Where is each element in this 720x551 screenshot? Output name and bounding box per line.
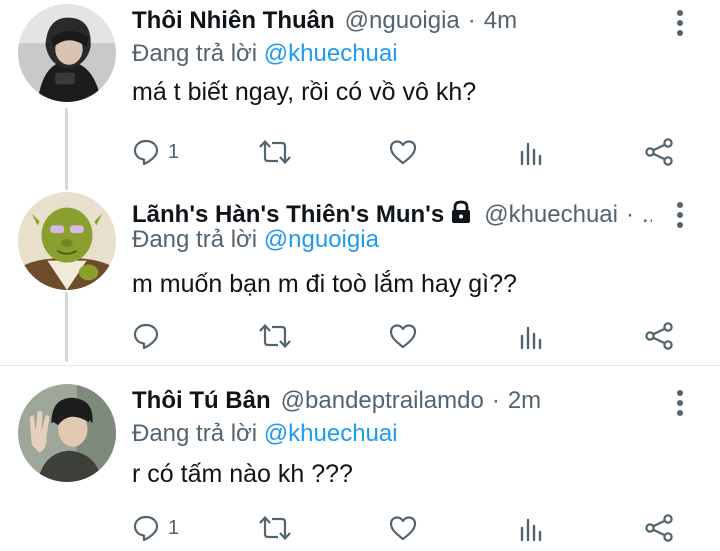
tweet-1[interactable]: Thôi Nhiên Thuân @nguoigia · 4m Đang trả… (0, 2, 720, 182)
tweet-divider (0, 365, 720, 366)
reply-icon (133, 515, 159, 542)
display-name[interactable]: Lãnh's Hàn's Thiên's Mun's (132, 201, 444, 229)
reply-count: 1 (168, 140, 180, 163)
analytics-button[interactable] (518, 508, 544, 548)
replying-to-label: Đang trả lời (132, 226, 258, 253)
more-options-icon[interactable] (670, 8, 690, 38)
tweet-text: m muốn bạn m đi toò lắm hay gì?? (132, 270, 517, 298)
mention-link[interactable]: @nguoigia (264, 226, 379, 253)
retweet-button[interactable] (258, 508, 292, 548)
share-icon (645, 138, 673, 166)
action-bar: 1 (132, 132, 692, 172)
analytics-icon (520, 518, 542, 542)
separator-dot: · (625, 201, 634, 228)
reply-button[interactable] (132, 316, 168, 356)
like-button[interactable] (388, 508, 418, 548)
retweet-button[interactable] (258, 316, 292, 356)
mention-link[interactable]: @khuechuai (264, 40, 398, 67)
more-options-icon[interactable] (670, 200, 690, 230)
lock-icon (450, 200, 472, 231)
timestamp[interactable]: 2m (508, 387, 541, 415)
retweet-icon (259, 139, 291, 165)
mention-link[interactable]: @khuechuai (264, 420, 398, 447)
dark-haired-person-avatar (18, 4, 116, 102)
replying-to: Đang trả lời @khuechuai (132, 420, 398, 448)
share-icon (645, 322, 673, 350)
like-button[interactable] (388, 132, 418, 172)
avatar[interactable] (18, 4, 116, 102)
retweet-icon (259, 323, 291, 349)
share-icon (645, 514, 673, 542)
like-icon (389, 516, 417, 541)
timestamp[interactable]: ... (642, 201, 652, 229)
replying-to-label: Đang trả lời (132, 420, 258, 447)
tweet-text: r có tấm nào kh ??? (132, 460, 353, 488)
waving-person-avatar (18, 384, 116, 482)
reply-icon (133, 139, 159, 166)
like-icon (389, 324, 417, 349)
analytics-button[interactable] (518, 132, 544, 172)
user-handle[interactable]: @khuechuai (484, 201, 618, 229)
more-options-icon[interactable] (670, 388, 690, 418)
retweet-button[interactable] (258, 132, 292, 172)
tweet-header: Thôi Nhiên Thuân @nguoigia · 4m (132, 2, 652, 40)
replying-to: Đang trả lời @nguoigia (132, 226, 379, 254)
reply-button[interactable]: 1 (132, 508, 179, 548)
analytics-icon (520, 142, 542, 166)
avatar[interactable] (18, 192, 116, 290)
separator-dot: · (491, 387, 500, 414)
analytics-button[interactable] (518, 316, 544, 356)
like-button[interactable] (388, 316, 418, 356)
tweet-header: Thôi Tú Bân @bandeptrailamdo · 2m (132, 382, 652, 420)
action-bar: 1 (132, 508, 692, 548)
green-ogre-avatar (18, 192, 116, 290)
share-button[interactable] (644, 316, 674, 356)
share-button[interactable] (644, 132, 674, 172)
share-button[interactable] (644, 508, 674, 548)
reply-icon (133, 323, 159, 350)
separator-dot: · (467, 7, 476, 34)
reply-button[interactable]: 1 (132, 132, 179, 172)
retweet-icon (259, 515, 291, 541)
tweet-text: má t biết ngay, rồi có vồ vô kh? (132, 78, 477, 106)
timestamp[interactable]: 4m (484, 7, 517, 35)
tweet-2[interactable]: Lãnh's Hàn's Thiên's Mun's @khuechuai · … (0, 192, 720, 362)
like-icon (389, 140, 417, 165)
user-handle[interactable]: @bandeptrailamdo (281, 387, 484, 415)
analytics-icon (520, 326, 542, 350)
avatar[interactable] (18, 384, 116, 482)
user-handle[interactable]: @nguoigia (345, 7, 460, 35)
replying-to-label: Đang trả lời (132, 40, 258, 67)
display-name[interactable]: Thôi Tú Bân (132, 387, 271, 415)
replying-to: Đang trả lời @khuechuai (132, 40, 398, 68)
action-bar (132, 316, 692, 356)
tweet-3[interactable]: Thôi Tú Bân @bandeptrailamdo · 2m Đang t… (0, 382, 720, 551)
display-name[interactable]: Thôi Nhiên Thuân (132, 7, 335, 35)
reply-count: 1 (168, 516, 180, 539)
